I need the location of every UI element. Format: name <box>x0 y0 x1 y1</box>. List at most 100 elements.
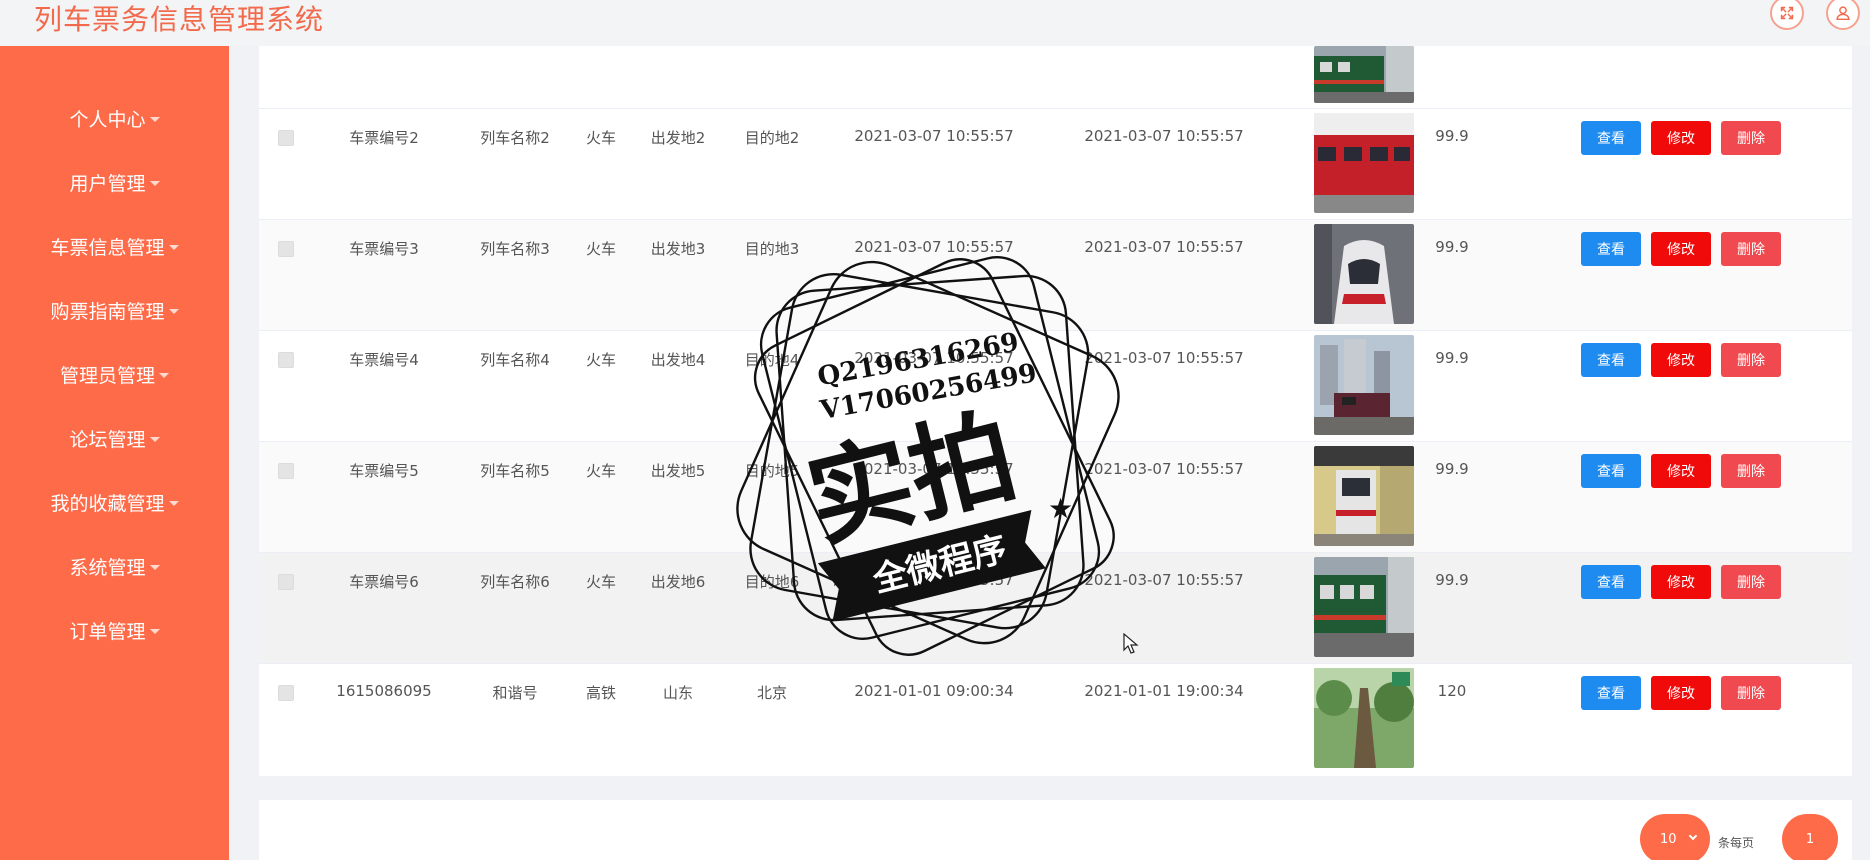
train-type-cell: 高铁 <box>585 684 617 702</box>
edit-button[interactable]: 修改 <box>1651 121 1711 155</box>
chevron-down-icon <box>1688 831 1698 841</box>
departure-place-cell: 出发地5 <box>650 462 706 480</box>
sidebar-item-label: 订单管理 <box>69 620 146 643</box>
caret-down-icon <box>168 308 179 314</box>
page-size-value: 10 <box>1660 831 1677 847</box>
caret-down-icon <box>159 372 169 378</box>
price-cell: 120 <box>1437 682 1467 700</box>
sidebar-item-tickets[interactable]: 车票信息管理 <box>0 226 229 266</box>
delete-button[interactable]: 删除 <box>1721 676 1781 710</box>
departure-place-cell: 出发地4 <box>650 351 706 369</box>
train-type-cell: 火车 <box>585 573 617 591</box>
train-name-cell: 列车名称3 <box>480 240 550 258</box>
ticket-no-cell: 1615086095 <box>336 682 432 700</box>
view-button[interactable]: 查看 <box>1581 676 1641 710</box>
sidebar-item-label: 我的收藏管理 <box>50 492 165 515</box>
depart-time-cell: 2021-01-01 09:00:34 <box>854 682 1014 700</box>
view-button[interactable]: 查看 <box>1581 121 1641 155</box>
ticket-no-cell: 车票编号2 <box>349 129 419 147</box>
ticket-no-cell: 车票编号5 <box>349 462 419 480</box>
departure-place-cell: 出发地2 <box>650 129 706 147</box>
train-name-cell: 列车名称2 <box>480 129 550 147</box>
row-checkbox[interactable] <box>278 574 294 590</box>
subway-train-photo <box>1314 224 1414 324</box>
edit-button[interactable]: 修改 <box>1651 676 1711 710</box>
user-button[interactable] <box>1826 0 1860 30</box>
train-name-cell: 列车名称4 <box>480 351 550 369</box>
arrive-time-cell: 2021-01-01 19:00:34 <box>1084 682 1244 700</box>
arrive-time-cell: 2021-03-07 10:55:57 <box>1084 571 1244 589</box>
destination-cell: 北京 <box>756 684 788 702</box>
per-page-label: 条每页 <box>1718 836 1755 850</box>
table-row-partial <box>259 46 1852 109</box>
sidebar-item-system[interactable]: 系统管理 <box>0 546 229 586</box>
edit-button[interactable]: 修改 <box>1651 343 1711 377</box>
departure-place-cell: 山东 <box>662 684 694 702</box>
delete-button[interactable]: 删除 <box>1721 454 1781 488</box>
arrive-time-cell: 2021-03-07 10:55:57 <box>1084 460 1244 478</box>
edit-button[interactable]: 修改 <box>1651 565 1711 599</box>
sidebar-item-admins[interactable]: 管理员管理 <box>0 354 229 394</box>
table-row: 车票编号2 列车名称2 火车 出发地2 目的地2 2021-03-07 10:5… <box>259 109 1852 220</box>
caret-down-icon <box>168 244 179 250</box>
row-checkbox[interactable] <box>278 241 294 257</box>
sidebar-item-guide[interactable]: 购票指南管理 <box>0 290 229 330</box>
price-cell: 99.9 <box>1435 349 1469 367</box>
train-name-cell: 列车名称5 <box>480 462 550 480</box>
sidebar-item-label: 用户管理 <box>69 172 146 195</box>
price-cell: 99.9 <box>1435 238 1469 256</box>
user-icon <box>1836 6 1850 21</box>
sidebar-item-users[interactable]: 用户管理 <box>0 162 229 202</box>
table-row: 车票编号3 列车名称3 火车 出发地3 目的地3 2021-03-07 10:5… <box>259 220 1852 331</box>
page-number-button[interactable]: 1 <box>1782 814 1838 860</box>
sidebar-item-label: 论坛管理 <box>69 428 146 451</box>
row-checkbox[interactable] <box>278 130 294 146</box>
forest-photo <box>1314 668 1414 768</box>
train-type-cell: 火车 <box>585 240 617 258</box>
train-name-cell: 列车名称6 <box>480 573 550 591</box>
train-type-cell: 火车 <box>585 351 617 369</box>
pagination: 10 条每页 1 <box>259 800 1852 860</box>
train-name-cell: 和谐号 <box>492 684 538 702</box>
table-row: 车票编号6 列车名称6 火车 出发地6 目的地6 2021-03-07 10:5… <box>259 553 1852 664</box>
sidebar-item-forum[interactable]: 论坛管理 <box>0 418 229 458</box>
row-checkbox[interactable] <box>278 685 294 701</box>
table-row: 1615086095 和谐号 高铁 山东 北京 2021-01-01 09:00… <box>259 664 1852 775</box>
caret-down-icon <box>168 500 179 506</box>
ticket-no-cell: 车票编号4 <box>349 351 419 369</box>
depart-time-cell: 2021-03-07 10:55:57 <box>854 571 1014 589</box>
delete-button[interactable]: 删除 <box>1721 565 1781 599</box>
edit-button[interactable]: 修改 <box>1651 232 1711 266</box>
sidebar-item-orders[interactable]: 订单管理 <box>0 610 229 650</box>
caret-down-icon <box>149 180 160 186</box>
departure-place-cell: 出发地6 <box>650 573 706 591</box>
sidebar-item-personal-center[interactable]: 个人中心 <box>0 98 229 138</box>
table-row: 车票编号4 列车名称4 火车 出发地4 目的地4 2021-03-07 10:5… <box>259 331 1852 442</box>
caret-down-icon <box>149 564 160 570</box>
station-train-photo <box>1314 446 1414 546</box>
mouse-cursor-icon <box>1123 633 1139 654</box>
row-checkbox[interactable] <box>278 463 294 479</box>
delete-button[interactable]: 删除 <box>1721 232 1781 266</box>
delete-button[interactable]: 删除 <box>1721 343 1781 377</box>
green-train-photo <box>1314 46 1414 103</box>
row-checkbox[interactable] <box>278 352 294 368</box>
train-type-cell: 火车 <box>585 129 617 147</box>
sidebar-item-label: 个人中心 <box>69 108 146 131</box>
edit-button[interactable]: 修改 <box>1651 454 1711 488</box>
depart-time-cell: 2021-03-07 10:55:57 <box>854 238 1014 256</box>
view-button[interactable]: 查看 <box>1581 454 1641 488</box>
sidebar-item-favorites[interactable]: 我的收藏管理 <box>0 482 229 522</box>
view-button[interactable]: 查看 <box>1581 565 1641 599</box>
destination-cell: 目的地4 <box>744 351 800 369</box>
delete-button[interactable]: 删除 <box>1721 121 1781 155</box>
view-button[interactable]: 查看 <box>1581 343 1641 377</box>
destination-cell: 目的地6 <box>744 573 800 591</box>
fullscreen-button[interactable] <box>1770 0 1804 30</box>
arrive-time-cell: 2021-03-07 10:55:57 <box>1084 349 1244 367</box>
page-size-select[interactable]: 10 <box>1640 814 1710 860</box>
table-row: 车票编号5 列车名称5 火车 出发地5 目的地5 2021-03-07 10:5… <box>259 442 1852 553</box>
view-button[interactable]: 查看 <box>1581 232 1641 266</box>
sidebar-item-label: 系统管理 <box>69 556 146 579</box>
ticket-no-cell: 车票编号3 <box>349 240 419 258</box>
